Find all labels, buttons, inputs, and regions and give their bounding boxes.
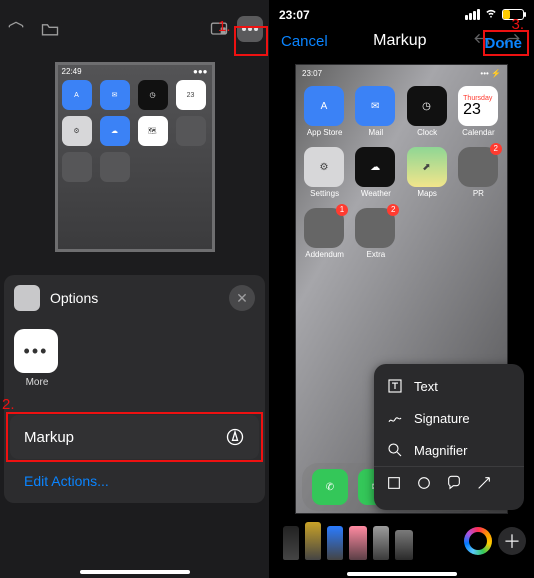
status-bar: 23:07	[269, 0, 534, 23]
home-indicator	[347, 572, 457, 576]
add-button[interactable]: ＋	[498, 527, 526, 555]
folder-addendum-icon: 1	[304, 208, 344, 248]
markup-action-label: Markup	[24, 429, 74, 446]
close-icon[interactable]: ✕	[229, 285, 255, 311]
popup-text[interactable]: Text	[374, 370, 524, 402]
highlighter-tool[interactable]	[305, 522, 321, 560]
share-sheet: Options ✕ ••• More 2. Markup Edit Action…	[4, 275, 265, 503]
more-icon: •••	[14, 329, 58, 373]
shape-arrow-icon[interactable]	[476, 475, 492, 496]
app-settings-icon: ⚙	[304, 147, 344, 187]
ruler-tool[interactable]	[395, 530, 413, 560]
edit-actions-link[interactable]: Edit Actions...	[10, 461, 259, 501]
thumb-time: 22:49	[62, 67, 82, 76]
eraser-tool[interactable]	[349, 526, 367, 560]
app-clock-icon: ◷	[407, 86, 447, 126]
add-shape-popup: Text Signature Magnifier	[374, 364, 524, 510]
popup-magnifier[interactable]: Magnifier	[374, 434, 524, 466]
popup-shapes-row	[374, 466, 524, 504]
cancel-button[interactable]: Cancel	[281, 33, 328, 50]
text-icon	[386, 377, 404, 395]
shape-square-icon[interactable]	[386, 475, 402, 496]
callout-label-3: 3.	[511, 16, 524, 33]
canvas-status-icons: ••• ⚡	[480, 69, 501, 78]
folder-icon[interactable]	[40, 19, 60, 39]
more-button[interactable]	[237, 16, 263, 42]
canvas-time: 23:07	[302, 69, 322, 78]
screenshot-preview[interactable]: 22:49 ●●● A✉◷23 ⚙☁🗺	[0, 50, 269, 250]
pencil-tool[interactable]	[327, 526, 343, 560]
sheet-thumbnail-icon	[14, 285, 40, 311]
markup-accessory-icon	[225, 427, 245, 447]
markup-action[interactable]: Markup	[10, 415, 259, 459]
app-appstore-icon: A	[304, 86, 344, 126]
lasso-tool[interactable]	[373, 526, 389, 560]
more-app[interactable]: ••• More	[14, 329, 60, 388]
folder-extra-icon: 2	[355, 208, 395, 248]
callout-label-1: 1.	[218, 18, 231, 35]
color-picker[interactable]	[464, 527, 492, 555]
wifi-icon	[484, 6, 498, 23]
shape-speech-icon[interactable]	[446, 475, 462, 496]
nav-title: Markup	[328, 32, 472, 50]
callout-label-2: 2.	[2, 396, 263, 413]
app-weather-icon: ☁	[355, 147, 395, 187]
aspect-icon[interactable]	[6, 19, 26, 39]
status-time: 23:07	[279, 8, 310, 22]
dock-phone-icon: ✆	[312, 469, 348, 505]
magnifier-icon	[386, 441, 404, 459]
pen-tool[interactable]	[283, 526, 299, 560]
cellular-icon	[465, 9, 480, 20]
app-mail-icon: ✉	[355, 86, 395, 126]
markup-tool-tray: ＋	[269, 518, 534, 564]
app-maps-icon: ⬈	[407, 147, 447, 187]
app-calendar-icon: Thursday23	[458, 86, 498, 126]
signature-icon	[386, 409, 404, 427]
sheet-title: Options	[50, 290, 219, 306]
done-button[interactable]: Done	[485, 35, 523, 52]
popup-signature[interactable]: Signature	[374, 402, 524, 434]
home-indicator	[80, 570, 190, 574]
thumb-status-icons: ●●●	[193, 67, 208, 76]
folder-pr-icon: 2	[458, 147, 498, 187]
more-label: More	[14, 377, 60, 388]
shape-circle-icon[interactable]	[416, 475, 432, 496]
